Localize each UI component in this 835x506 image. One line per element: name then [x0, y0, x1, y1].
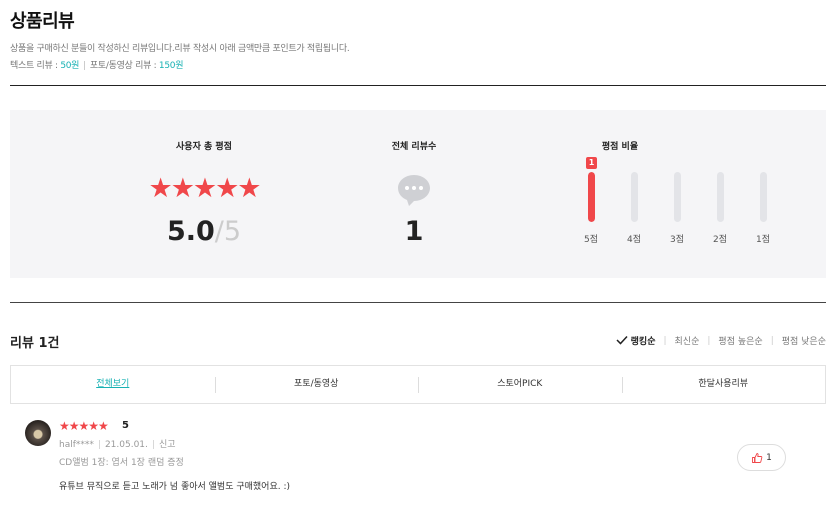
review-item: ★★★★★ 5 half**** | 21.05.01. | 신고 CD앨범 1장: 엽…: [25, 419, 805, 500]
rating-ratio-title: 평점 비율: [601, 142, 639, 152]
rating-bar-1: 1점: [748, 172, 778, 245]
sort-option-label: 평점 낮은순: [781, 337, 826, 347]
avatar: [25, 420, 51, 446]
average-rating-title: 사용자 총 평점: [176, 142, 232, 152]
rating-bar-5: 1 5점: [576, 157, 606, 245]
meta-separator: |: [97, 440, 101, 450]
divider-top: [10, 85, 826, 86]
rating-bar-track: [716, 172, 724, 222]
text-review-label: 텍스트 리뷰 :: [10, 61, 61, 71]
review-text: 유튜브 뮤직으로 듣고 노래가 넘 좋아서 앨범도 구매했어요. :): [59, 482, 291, 492]
thumbs-up-icon: [752, 452, 763, 463]
average-rating-value: 5.0/5: [104, 214, 304, 250]
sort-separator: |: [707, 335, 711, 346]
average-max: /5: [214, 216, 242, 247]
review-filter-tabs: 전체보기 포토/동영상 스토어PICK 한달사용리뷰: [10, 365, 826, 404]
review-meta: half**** | 21.05.01. | 신고: [59, 437, 176, 450]
sort-option[interactable]: 평점 높은순: [718, 334, 762, 347]
rating-bar-fill: [587, 172, 595, 222]
rating-bar-label: 3점: [669, 235, 684, 245]
tab-0[interactable]: 전체보기: [11, 366, 215, 403]
review-count-value: 1: [404, 216, 424, 247]
sort-option[interactable]: 최신순: [675, 334, 700, 347]
review-count-title: 전체 리뷰수: [391, 142, 437, 152]
check-icon: [616, 335, 628, 345]
meta-separator: |: [151, 440, 155, 450]
tab-2[interactable]: 스토어PICK: [418, 366, 622, 403]
sort-option-label: 평점 높은순: [718, 337, 763, 347]
sort-separator: |: [770, 335, 774, 346]
sort-option-label: 최신순: [674, 337, 700, 347]
rating-bar-3: 3점: [662, 172, 692, 245]
rating-bar-label: 5점: [583, 235, 598, 245]
like-count: 1: [766, 452, 772, 463]
photo-review-label: 포토/동영상 리뷰 :: [89, 61, 159, 71]
text-review-amount: 50원: [60, 61, 80, 71]
purchase-option: CD앨범 1장: 엽서 1장 랜덤 증정: [59, 458, 184, 468]
rating-bar-2: 2점: [705, 172, 735, 245]
rating-count-badge: 1: [586, 157, 597, 169]
rating-bar-track: [630, 172, 638, 222]
review-notice: 상품을 구매하신 분들이 작성하신 리뷰입니다.리뷰 작성시 아래 금액만큼 포…: [10, 44, 350, 54]
rating-bar-4: 4점: [619, 172, 649, 245]
rating-summary-panel: 사용자 총 평점 ★★★★★ 5.0/5 전체 리뷰수 1 평점 비율 1 5점 4…: [10, 110, 826, 278]
sort-option[interactable]: 평점 낮은순: [782, 334, 826, 347]
rating-bar-label: 1점: [755, 235, 770, 245]
report-link[interactable]: 신고: [159, 440, 176, 450]
speech-bubble-icon: [398, 175, 430, 206]
review-count-heading: 리뷰 1건: [10, 336, 60, 351]
page-title: 상품리뷰: [10, 11, 75, 32]
review-author: half****: [59, 440, 94, 450]
rating-bar-label: 4점: [626, 235, 641, 245]
average-stars: ★★★★★: [148, 173, 261, 204]
average-score: 5.0: [166, 216, 215, 247]
sort-options: 랭킹순 | 최신순 | 평점 높은순 | 평점 낮은순: [616, 334, 826, 347]
review-date: 21.05.01.: [104, 440, 148, 450]
reward-separator: |: [83, 61, 86, 71]
divider-middle: [10, 302, 826, 303]
like-button[interactable]: 1: [737, 444, 786, 471]
rating-bar-track: [587, 172, 595, 222]
sort-option-label: 랭킹순: [630, 337, 656, 347]
photo-review-amount: 150원: [158, 61, 184, 71]
review-score: 5: [122, 420, 129, 431]
sort-separator: |: [663, 335, 667, 346]
rating-bar-track: [673, 172, 681, 222]
sort-option[interactable]: 랭킹순: [616, 334, 656, 347]
rating-bar-track: [759, 172, 767, 222]
reward-info: 텍스트 리뷰 : 50원 | 포토/동영상 리뷰 : 150원: [10, 58, 183, 71]
tab-1[interactable]: 포토/동영상: [214, 366, 419, 403]
review-stars: ★★★★★: [59, 419, 109, 433]
tab-3[interactable]: 한달사용리뷰: [621, 366, 826, 403]
rating-bar-label: 2점: [712, 235, 727, 245]
